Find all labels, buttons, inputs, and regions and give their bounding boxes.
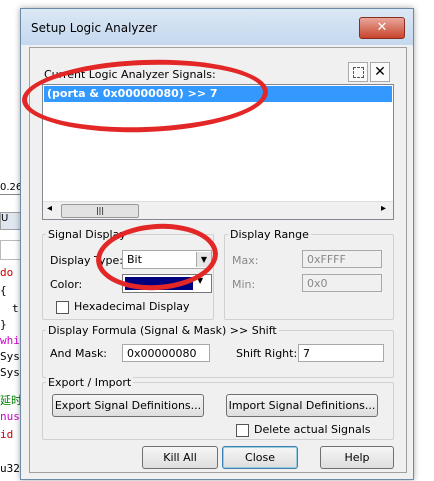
editor-tab-label: U	[1, 213, 9, 224]
code-line: Sys	[0, 350, 20, 363]
delete-x-icon: ✕	[374, 64, 386, 80]
display-range-legend: Display Range	[228, 228, 311, 241]
export-button-label: Export Signal Definitions...	[54, 399, 202, 412]
new-signal-button[interactable]	[348, 62, 368, 82]
horizontal-scrollbar[interactable]: ◂ ||| ▸	[43, 201, 393, 219]
min-value: 0x0	[307, 277, 328, 290]
max-label: Max:	[232, 254, 259, 267]
min-label: Min:	[232, 278, 256, 291]
code-line: Sys	[0, 366, 20, 379]
code-line: do	[0, 266, 14, 279]
delete-actual-signals-label: Delete actual Signals	[254, 423, 371, 436]
shift-right-label: Shift Right:	[236, 347, 298, 360]
and-mask-input[interactable]: 0x00000080	[122, 344, 210, 362]
coordinate-text: 0.26	[0, 182, 23, 193]
close-button[interactable]: Close	[222, 446, 298, 469]
kill-all-label: Kill All	[163, 451, 197, 464]
editor-tab[interactable]: U	[0, 212, 22, 230]
help-button[interactable]: Help	[320, 446, 394, 469]
code-line: {	[0, 284, 7, 297]
code-line: t	[12, 302, 19, 315]
coordinate-readout: 0.26	[0, 180, 22, 195]
delete-signal-button[interactable]: ✕	[370, 62, 390, 82]
scroll-grip: |||	[95, 206, 105, 215]
shift-right-value: 7	[303, 347, 310, 360]
and-mask-value: 0x00000080	[127, 347, 197, 360]
export-signal-definitions-button[interactable]: Export Signal Definitions...	[52, 394, 204, 417]
close-icon: ✕	[376, 20, 388, 35]
scroll-thumb[interactable]: |||	[61, 204, 139, 218]
shift-right-input[interactable]: 7	[298, 344, 384, 362]
close-window-button[interactable]: ✕	[359, 17, 405, 39]
export-import-legend: Export / Import	[46, 376, 134, 389]
scroll-left-arrow[interactable]: ◂	[47, 203, 52, 214]
hexadecimal-display-label: Hexadecimal Display	[74, 300, 190, 313]
close-label: Close	[245, 451, 275, 464]
code-line: nus	[0, 410, 20, 423]
import-signal-definitions-button[interactable]: Import Signal Definitions...	[226, 394, 378, 417]
kill-all-button[interactable]: Kill All	[142, 446, 218, 469]
code-line: u32	[0, 462, 20, 475]
code-line: }	[0, 318, 7, 331]
hexadecimal-display-checkbox[interactable]	[56, 301, 69, 314]
max-input[interactable]: 0xFFFF	[302, 250, 382, 268]
display-formula-legend: Display Formula (Signal & Mask) >> Shift	[46, 324, 279, 337]
document-icon	[0, 240, 22, 260]
scroll-right-arrow[interactable]: ▸	[381, 203, 386, 214]
min-input[interactable]: 0x0	[302, 274, 382, 292]
dialog-title: Setup Logic Analyzer	[31, 21, 158, 35]
max-value: 0xFFFF	[307, 253, 346, 266]
new-item-icon	[353, 67, 364, 78]
code-line: whi	[0, 334, 20, 347]
color-label: Color:	[50, 278, 83, 291]
import-button-label: Import Signal Definitions...	[228, 399, 376, 412]
delete-actual-signals-checkbox[interactable]	[236, 424, 249, 437]
help-label: Help	[344, 451, 370, 464]
code-line: 延时	[0, 394, 22, 407]
title-bar[interactable]: Setup Logic Analyzer ✕	[21, 9, 413, 45]
code-line: id	[0, 428, 14, 441]
and-mask-label: And Mask:	[50, 347, 108, 360]
